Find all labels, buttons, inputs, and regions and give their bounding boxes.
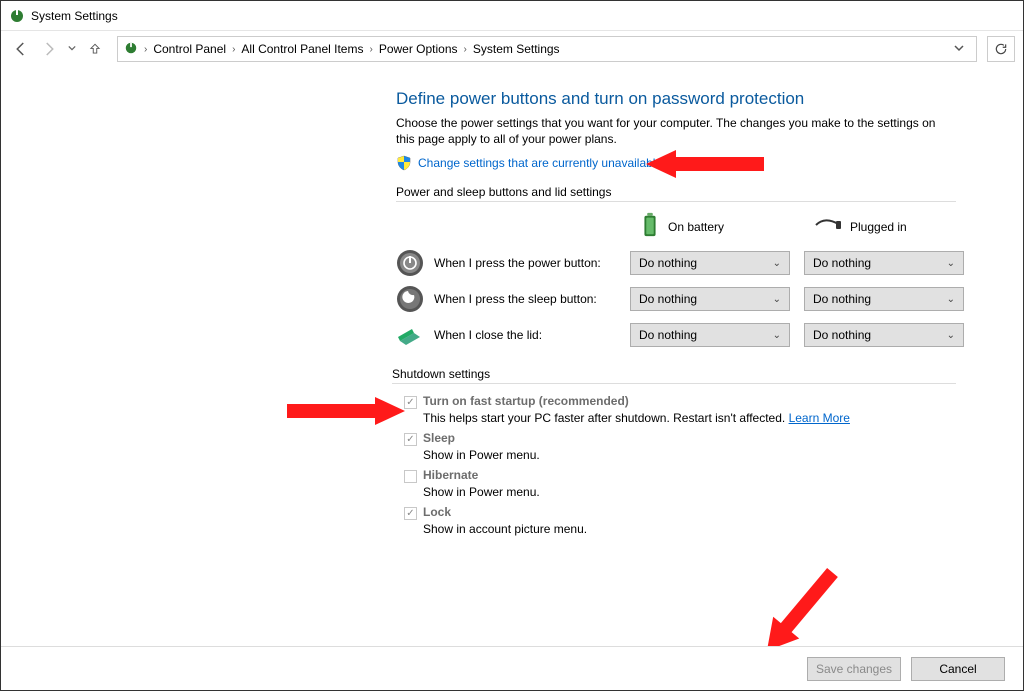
lid-icon	[396, 321, 424, 349]
checkbox-icon: ✓	[404, 396, 417, 409]
checkbox-label: Turn on fast startup (recommended)	[423, 394, 629, 408]
dropdown-power-battery[interactable]: Do nothing ⌄	[630, 251, 790, 275]
battery-icon	[640, 212, 660, 241]
chevron-down-icon: ⌄	[773, 258, 781, 269]
chevron-down-icon: ⌄	[947, 258, 955, 269]
checkbox-icon: ✓	[404, 433, 417, 446]
dropdown-value: Do nothing	[639, 256, 697, 270]
dropdown-value: Do nothing	[813, 292, 871, 306]
checkbox-sub: Show in Power menu.	[423, 485, 956, 499]
row-label-text: When I close the lid:	[434, 328, 542, 342]
breadcrumb-item[interactable]: System Settings	[473, 42, 560, 56]
power-options-icon	[124, 41, 138, 58]
address-dropdown[interactable]	[948, 43, 970, 56]
breadcrumb-item[interactable]: All Control Panel Items	[241, 42, 363, 56]
checkbox-label: Lock	[423, 505, 451, 519]
dropdown-sleep-battery[interactable]: Do nothing ⌄	[630, 287, 790, 311]
chevron-right-icon: ›	[464, 44, 467, 55]
checkbox-hibernate[interactable]: Hibernate	[404, 468, 956, 483]
checkbox-label: Hibernate	[423, 468, 478, 482]
row-power-button: When I press the power button:	[396, 249, 616, 277]
page-description: Choose the power settings that you want …	[396, 115, 956, 147]
chevron-down-icon: ⌄	[947, 330, 955, 341]
row-close-lid: When I close the lid:	[396, 321, 616, 349]
col-label: On battery	[668, 220, 724, 234]
chevron-right-icon: ›	[232, 44, 235, 55]
dropdown-value: Do nothing	[639, 328, 697, 342]
section-label: Shutdown settings	[392, 367, 956, 381]
window-frame: System Settings › Control Panel › All Co…	[0, 0, 1024, 691]
col-on-battery: On battery	[630, 212, 790, 241]
divider	[392, 383, 956, 384]
learn-more-link[interactable]: Learn More	[789, 411, 850, 425]
chevron-down-icon: ⌄	[947, 294, 955, 305]
chevron-right-icon: ›	[369, 44, 372, 55]
power-button-icon	[396, 249, 424, 277]
checkbox-sub: Show in account picture menu.	[423, 522, 956, 536]
breadcrumb-item[interactable]: Control Panel	[153, 42, 226, 56]
col-plugged-in: Plugged in	[804, 218, 964, 235]
uac-shield-icon	[396, 155, 412, 171]
chevron-right-icon: ›	[144, 44, 147, 55]
dropdown-sleep-plugged[interactable]: Do nothing ⌄	[804, 287, 964, 311]
checkbox-sub: This helps start your PC faster after sh…	[423, 411, 956, 425]
window-title: System Settings	[31, 9, 118, 23]
checkbox-icon	[404, 470, 417, 483]
forward-button[interactable]	[37, 37, 61, 61]
row-sleep-button: When I press the sleep button:	[396, 285, 616, 313]
change-settings-row: Change settings that are currently unava…	[396, 155, 956, 171]
titlebar: System Settings	[1, 1, 1023, 31]
cancel-button[interactable]: Cancel	[911, 657, 1005, 681]
dropdown-lid-plugged[interactable]: Do nothing ⌄	[804, 323, 964, 347]
dropdown-value: Do nothing	[813, 328, 871, 342]
history-dropdown[interactable]	[65, 44, 79, 55]
dropdown-lid-battery[interactable]: Do nothing ⌄	[630, 323, 790, 347]
shutdown-section: Shutdown settings ✓ Turn on fast startup…	[392, 367, 956, 536]
dropdown-value: Do nothing	[813, 256, 871, 270]
up-button[interactable]	[83, 37, 107, 61]
refresh-button[interactable]	[987, 36, 1015, 62]
chevron-down-icon: ⌄	[773, 330, 781, 341]
plug-icon	[814, 218, 842, 235]
checkbox-fast-startup[interactable]: ✓ Turn on fast startup (recommended)	[404, 394, 956, 409]
breadcrumb-item[interactable]: Power Options	[379, 42, 458, 56]
content-area: Define power buttons and turn on passwor…	[1, 67, 1023, 646]
dropdown-power-plugged[interactable]: Do nothing ⌄	[804, 251, 964, 275]
divider	[396, 201, 956, 202]
annotation-arrow	[285, 393, 405, 429]
power-section: Power and sleep buttons and lid settings	[396, 185, 956, 349]
section-label: Power and sleep buttons and lid settings	[396, 185, 956, 199]
power-options-icon	[9, 8, 25, 24]
checkbox-lock[interactable]: ✓ Lock	[404, 505, 956, 520]
footer: Save changes Cancel	[1, 646, 1023, 690]
checkbox-label: Sleep	[423, 431, 455, 445]
checkbox-sleep[interactable]: ✓ Sleep	[404, 431, 956, 446]
checkbox-sub: Show in Power menu.	[423, 448, 956, 462]
dropdown-value: Do nothing	[639, 292, 697, 306]
col-label: Plugged in	[850, 220, 907, 234]
power-grid: On battery Plugged in	[396, 212, 956, 349]
sleep-button-icon	[396, 285, 424, 313]
page-heading: Define power buttons and turn on passwor…	[396, 89, 956, 109]
navbar: › Control Panel › All Control Panel Item…	[1, 31, 1023, 67]
row-label-text: When I press the sleep button:	[434, 292, 597, 306]
back-button[interactable]	[9, 37, 33, 61]
save-changes-button[interactable]: Save changes	[807, 657, 901, 681]
checkbox-sub-text: This helps start your PC faster after sh…	[423, 411, 789, 425]
change-settings-link[interactable]: Change settings that are currently unava…	[418, 156, 662, 170]
chevron-down-icon: ⌄	[773, 294, 781, 305]
checkbox-icon: ✓	[404, 507, 417, 520]
address-bar[interactable]: › Control Panel › All Control Panel Item…	[117, 36, 977, 62]
main-panel: Define power buttons and turn on passwor…	[396, 89, 956, 646]
row-label-text: When I press the power button:	[434, 256, 601, 270]
